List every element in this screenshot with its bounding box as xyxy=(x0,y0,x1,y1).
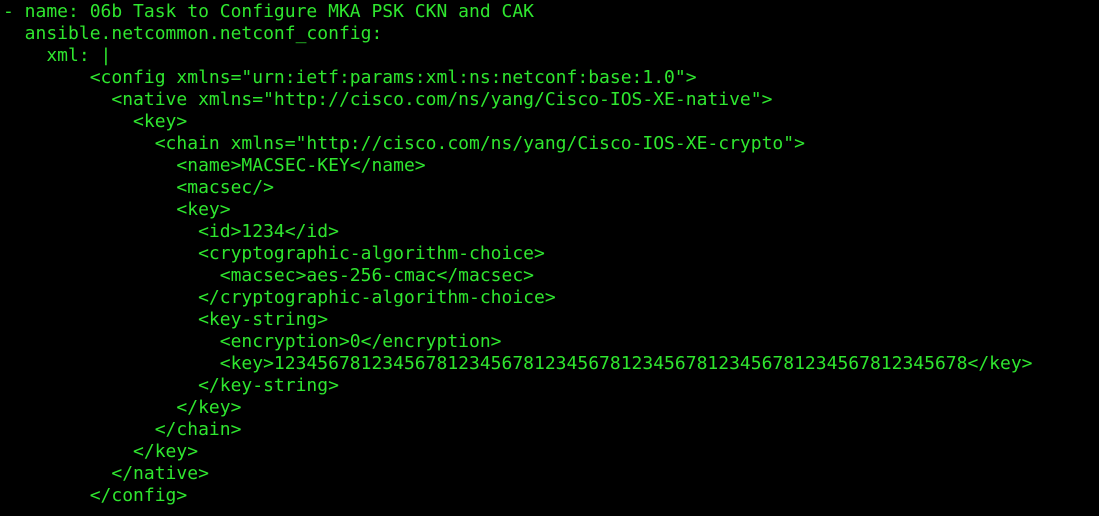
code-line-chain-open: <chain xmlns="http://cisco.com/ns/yang/C… xyxy=(3,133,805,154)
code-line-config-open: <config xmlns="urn:ietf:params:xml:ns:ne… xyxy=(3,67,697,88)
code-line-config-close: </config> xyxy=(3,485,188,506)
code-line-task-name: - name: 06b Task to Configure MKA PSK CK… xyxy=(3,1,535,22)
code-line-key-open: <key> xyxy=(3,111,188,132)
code-line-chain-close: </chain> xyxy=(3,419,242,440)
code-line-xml-key: xml: | xyxy=(3,45,112,66)
terminal-window[interactable]: - name: 06b Task to Configure MKA PSK CK… xyxy=(0,0,1099,516)
code-line-key-string-close: </key-string> xyxy=(3,375,339,396)
code-line-encryption: <encryption>0</encryption> xyxy=(3,331,502,352)
code-line-macsec: <macsec/> xyxy=(3,177,274,198)
code-line-macsec-algorithm: <macsec>aes-256-cmac</macsec> xyxy=(3,265,535,286)
code-line-id: <id>1234</id> xyxy=(3,221,339,242)
code-line-module: ansible.netcommon.netconf_config: xyxy=(3,23,383,44)
code-line-crypto-choice-open: <cryptographic-algorithm-choice> xyxy=(3,243,545,264)
code-line-inner-key-open: <key> xyxy=(3,199,231,220)
code-line-inner-key-close: </key> xyxy=(3,397,242,418)
code-line-native-close: </native> xyxy=(3,463,209,484)
code-line-key-string-open: <key-string> xyxy=(3,309,329,330)
code-line-native-open: <native xmlns="http://cisco.com/ns/yang/… xyxy=(3,89,773,110)
code-line-key-close: </key> xyxy=(3,441,199,462)
code-line-crypto-choice-close: </cryptographic-algorithm-choice> xyxy=(3,287,556,308)
code-line-name: <name>MACSEC-KEY</name> xyxy=(3,155,426,176)
code-line-key-value: <key>12345678123456781234567812345678123… xyxy=(3,353,1033,374)
